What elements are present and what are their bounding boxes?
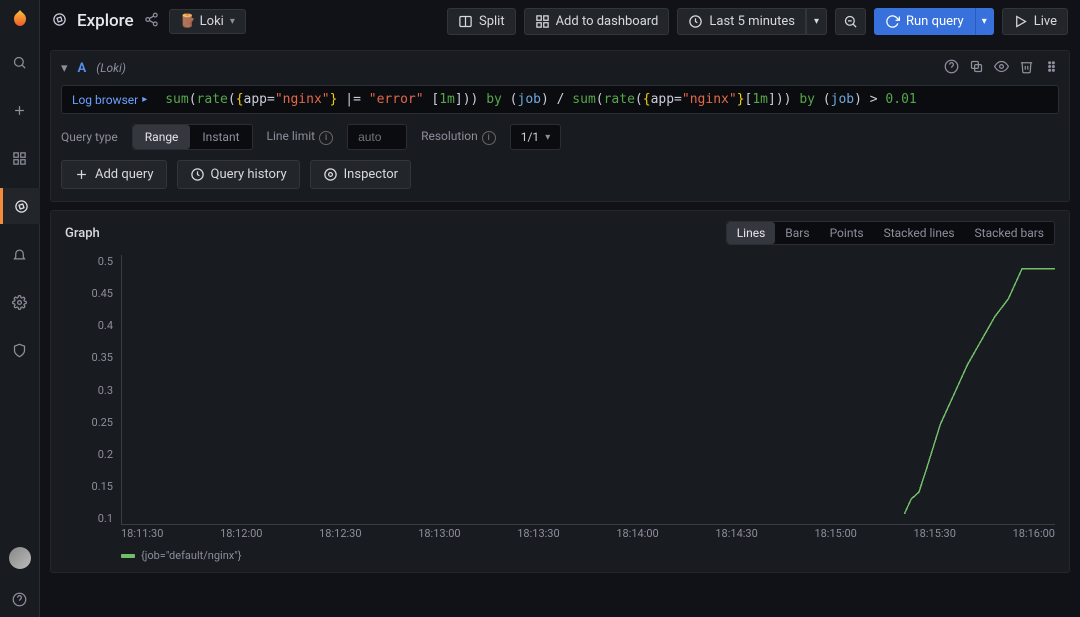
nav-help[interactable] [0, 581, 40, 617]
query-ref-id: A [78, 61, 87, 76]
line-limit-label: Line limiti [267, 129, 334, 145]
query-panel: ▾ A (Loki) Log browser ▸ sum(rate({app="… [50, 50, 1070, 202]
left-sidebar [0, 0, 40, 617]
run-query-label: Run query [906, 14, 964, 29]
time-range-label: Last 5 minutes [709, 14, 795, 29]
top-toolbar: Explore 🪵 Loki ▾ Split Add to dashboard … [40, 0, 1080, 42]
viz-tab-points[interactable]: Points [820, 222, 874, 244]
query-type-label: Query type [61, 130, 118, 144]
query-toggle-visibility-icon[interactable] [994, 59, 1009, 78]
main-content: Explore 🪵 Loki ▾ Split Add to dashboard … [40, 0, 1080, 617]
datasource-picker[interactable]: 🪵 Loki ▾ [169, 9, 246, 34]
nav-dashboards[interactable] [0, 140, 40, 176]
line-series [122, 255, 1055, 524]
info-icon[interactable]: i [319, 131, 333, 145]
chevron-down-icon: ▾ [545, 132, 550, 143]
split-button[interactable]: Split [447, 8, 516, 35]
nav-search[interactable] [0, 44, 40, 80]
share-icon[interactable] [144, 12, 159, 31]
chart-legend[interactable]: {job="default/nginx"} [121, 549, 1055, 562]
resolution-label: Resolutioni [421, 129, 496, 145]
viz-tab-bars[interactable]: Bars [775, 222, 819, 244]
legend-swatch [121, 554, 135, 558]
query-editor[interactable]: Log browser ▸ sum(rate({app="nginx"} |= … [61, 85, 1059, 114]
page-title: Explore [77, 11, 134, 31]
run-query-options[interactable]: ▾ [975, 8, 994, 35]
inspector-label: Inspector [344, 167, 398, 182]
query-type-range[interactable]: Range [133, 125, 191, 149]
chevron-down-icon: ▾ [230, 16, 235, 27]
viz-tab-stacked-lines[interactable]: Stacked lines [874, 222, 965, 244]
graph-title: Graph [65, 226, 100, 241]
loki-logo-icon: 🪵 [180, 14, 194, 28]
line-limit-input[interactable] [347, 124, 407, 150]
viz-tab-lines[interactable]: Lines [727, 222, 776, 244]
query-type-instant[interactable]: Instant [190, 125, 251, 149]
plot-region [121, 255, 1055, 525]
nav-create[interactable] [0, 92, 40, 128]
query-help-icon[interactable] [944, 59, 959, 78]
query-delete-icon[interactable] [1019, 59, 1034, 78]
chart-area[interactable]: 0.5 0.45 0.4 0.35 0.3 0.25 0.2 0.15 0.1 … [65, 255, 1055, 545]
query-ds-label: (Loki) [96, 61, 126, 75]
user-avatar[interactable] [9, 547, 31, 569]
time-range-caret[interactable]: ▾ [806, 8, 827, 35]
add-to-dashboard-label: Add to dashboard [556, 14, 659, 29]
live-label: Live [1034, 14, 1057, 29]
chevron-down-icon: ▾ [982, 16, 987, 27]
query-expression[interactable]: sum(rate({app="nginx"} |= "error" [1m]))… [157, 86, 1058, 113]
query-drag-handle-icon[interactable] [1044, 59, 1059, 78]
legend-label: {job="default/nginx"} [141, 549, 241, 562]
live-button[interactable]: Live [1002, 8, 1068, 35]
nav-alerting[interactable] [0, 236, 40, 272]
nav-explore[interactable] [0, 188, 40, 224]
log-browser-label: Log browser [72, 93, 138, 107]
graph-panel: Graph Lines Bars Points Stacked lines St… [50, 210, 1070, 573]
nav-admin[interactable] [0, 332, 40, 368]
add-query-label: Add query [95, 167, 154, 182]
nav-settings[interactable] [0, 284, 40, 320]
add-query-button[interactable]: Add query [61, 160, 167, 189]
grafana-logo-icon[interactable] [8, 8, 32, 32]
datasource-name: Loki [200, 14, 224, 29]
compass-icon [52, 12, 67, 31]
time-range-picker[interactable]: Last 5 minutes [677, 8, 806, 35]
chevron-down-icon: ▾ [814, 16, 819, 27]
query-history-label: Query history [211, 167, 287, 182]
resolution-select[interactable]: 1/1 ▾ [510, 124, 561, 150]
viz-tab-stacked-bars[interactable]: Stacked bars [965, 222, 1054, 244]
run-query-button[interactable]: Run query [874, 8, 975, 35]
viz-type-tabs: Lines Bars Points Stacked lines Stacked … [726, 221, 1055, 245]
query-collapse-toggle[interactable]: ▾ [61, 61, 68, 76]
log-browser-toggle[interactable]: Log browser ▸ [62, 87, 157, 113]
query-type-segment: Range Instant [132, 124, 253, 150]
query-duplicate-icon[interactable] [969, 59, 984, 78]
inspector-button[interactable]: Inspector [310, 160, 411, 189]
info-icon[interactable]: i [482, 131, 496, 145]
chevron-right-icon: ▸ [142, 94, 147, 105]
split-label: Split [479, 14, 505, 29]
query-history-button[interactable]: Query history [177, 160, 300, 189]
time-zoom-out-button[interactable] [835, 8, 866, 35]
resolution-value: 1/1 [521, 130, 539, 144]
y-axis: 0.5 0.45 0.4 0.35 0.3 0.25 0.2 0.15 0.1 [65, 255, 119, 525]
x-axis: 18:11:30 18:12:00 18:12:30 18:13:00 18:1… [121, 527, 1055, 545]
add-to-dashboard-button[interactable]: Add to dashboard [524, 8, 670, 35]
